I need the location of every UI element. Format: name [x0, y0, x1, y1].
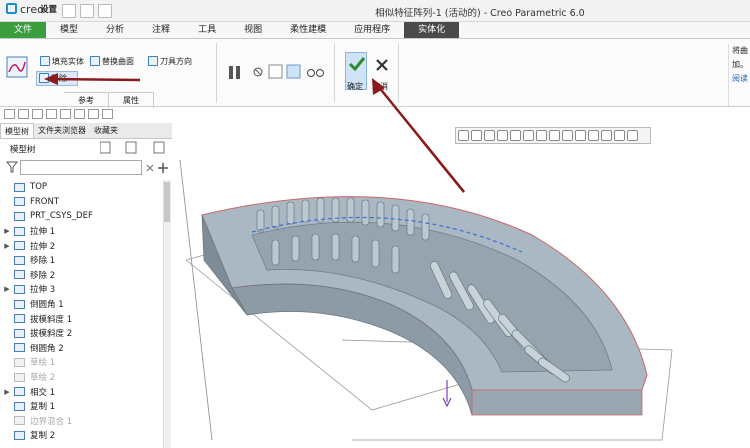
model-3d-view[interactable] [172, 140, 750, 448]
round-icon [14, 299, 25, 309]
intersect-icon [14, 387, 25, 397]
divider [398, 43, 399, 103]
sketch-icon [14, 357, 25, 367]
sketch-icon [14, 372, 25, 382]
subtab-references[interactable]: 参考 [64, 93, 109, 108]
new-icon[interactable] [62, 4, 76, 18]
tab-model[interactable]: 模型 [46, 22, 92, 38]
tree-item-top[interactable]: TOP [0, 180, 162, 195]
round-icon [14, 343, 25, 353]
cancel-icon[interactable] [374, 57, 390, 73]
tree-item-extrude-1[interactable]: ▶ 拉伸 1 [0, 224, 162, 239]
tab-flexible-modeling[interactable]: 柔性建模 [276, 22, 340, 38]
extrude-icon [14, 284, 25, 294]
cancel-label: 取消 [372, 82, 388, 91]
tab-model-tree[interactable]: 模型树 [0, 123, 34, 138]
remove-icon [39, 73, 49, 83]
boundary-blend-icon [14, 416, 25, 426]
tab-annotate[interactable]: 注释 [138, 22, 184, 38]
remove-icon [14, 270, 25, 280]
datum-plane-icon [14, 182, 25, 192]
open-doc-icon[interactable] [18, 109, 29, 119]
ribbon-subtabs: 参考 属性 [64, 92, 154, 108]
new-doc-icon[interactable] [4, 109, 15, 119]
ribbon-tabs: 文件 模型 分析 注释 工具 视图 柔性建模 应用程序 实体化 [0, 22, 750, 39]
window-icon[interactable] [88, 109, 99, 119]
datum-plane-icon [14, 197, 25, 207]
open-icon[interactable] [80, 4, 94, 18]
fill-solid-button[interactable]: 填充实体 [40, 56, 84, 67]
search-tools [146, 163, 168, 173]
tree-item-copy-1[interactable]: 复制 1 [0, 399, 162, 414]
tree-item-round-2[interactable]: 倒圆角 2 [0, 341, 162, 356]
tree-item-extrude-3[interactable]: ▶ 拉伸 3 [0, 282, 162, 297]
copy-icon [14, 430, 25, 440]
creo-logo-icon [6, 3, 17, 14]
save-doc-icon[interactable] [32, 109, 43, 119]
tree-item-round-1[interactable]: 倒圆角 1 [0, 297, 162, 312]
check-icon [348, 57, 366, 72]
tab-folder-browser[interactable]: 文件夹浏览器 [34, 123, 90, 138]
tree-item-remove-2[interactable]: 移除 2 [0, 268, 162, 283]
tree-scrollbar-thumb[interactable] [164, 182, 170, 222]
subtab-properties[interactable]: 属性 [109, 93, 154, 108]
tool-direction-icon [148, 56, 158, 66]
tree-item-remove-1[interactable]: 移除 1 [0, 253, 162, 268]
tree-item-copy-2[interactable]: 复制 2 [0, 428, 162, 443]
group-label: 设置 [40, 5, 58, 15]
replace-surface-icon [90, 56, 100, 66]
extrude-icon [14, 226, 25, 236]
copy-icon [14, 401, 25, 411]
secondary-toolbar [0, 107, 230, 121]
tab-applications[interactable]: 应用程序 [340, 22, 404, 38]
tree-search-input[interactable] [20, 160, 142, 175]
tree-item-draft-1[interactable]: 拔模斜度 1 [0, 311, 162, 326]
replace-surface-button[interactable]: 替换曲面 [90, 56, 134, 67]
tab-view[interactable]: 视图 [230, 22, 276, 38]
tab-tools[interactable]: 工具 [184, 22, 230, 38]
remove-icon [14, 255, 25, 265]
tree-item-csys[interactable]: PRT_CSYS_DEF [0, 209, 162, 224]
tab-favorites[interactable]: 收藏夹 [90, 123, 122, 138]
redo-icon[interactable] [60, 109, 71, 119]
save-icon[interactable] [98, 4, 112, 18]
tab-analysis[interactable]: 分析 [92, 22, 138, 38]
tree-item-boundary-blend-1[interactable]: 边界混合 1 [0, 414, 162, 429]
tree-item-sketch-2[interactable]: 草绘 2 [0, 370, 162, 385]
tree-tools [100, 141, 165, 154]
undo-icon[interactable] [46, 109, 57, 119]
close-window-icon[interactable] [102, 109, 113, 119]
right-info-panel: 将曲 加。 阅读 [728, 44, 750, 106]
draft-icon [14, 328, 25, 338]
extrude-icon [14, 241, 25, 251]
draft-icon [14, 314, 25, 324]
divider [216, 43, 217, 103]
divider [334, 43, 335, 103]
tree-item-sketch-1[interactable]: 草绘 1 [0, 355, 162, 370]
tree-item-draft-2[interactable]: 拔模斜度 2 [0, 326, 162, 341]
filter-icon[interactable] [6, 161, 18, 173]
window-title: 相似特征阵列-1 (活动的) - Creo Parametric 6.0 [375, 8, 585, 19]
tool-direction-button[interactable]: 刀具方向 [148, 56, 192, 67]
tab-file[interactable]: 文件 [0, 22, 47, 38]
csys-icon [14, 211, 25, 221]
model-tree: TOP FRONT PRT_CSYS_DEF ▶ 拉伸 1 ▶ 拉伸 2 移除 1 … [0, 180, 162, 448]
fill-solid-icon [40, 56, 50, 66]
ok-label: 确定 [347, 82, 363, 91]
quick-access-toolbar [62, 4, 112, 18]
tab-solidify[interactable]: 实体化 [404, 22, 460, 38]
solidify-icon [6, 56, 28, 78]
tree-item-intersect-1[interactable]: ▶ 相交 1 [0, 384, 162, 399]
pause-controls [229, 64, 324, 79]
tree-item-extrude-2[interactable]: ▶ 拉伸 2 [0, 238, 162, 253]
remove-button[interactable]: 移除 [36, 71, 78, 86]
read-more-link[interactable]: 阅读 [732, 72, 750, 86]
panel-tabs: 模型树 文件夹浏览器 收藏夹 [0, 123, 172, 139]
regenerate-icon[interactable] [74, 109, 85, 119]
model-tree-title: 模型树 [10, 145, 36, 155]
tree-item-front[interactable]: FRONT [0, 195, 162, 210]
